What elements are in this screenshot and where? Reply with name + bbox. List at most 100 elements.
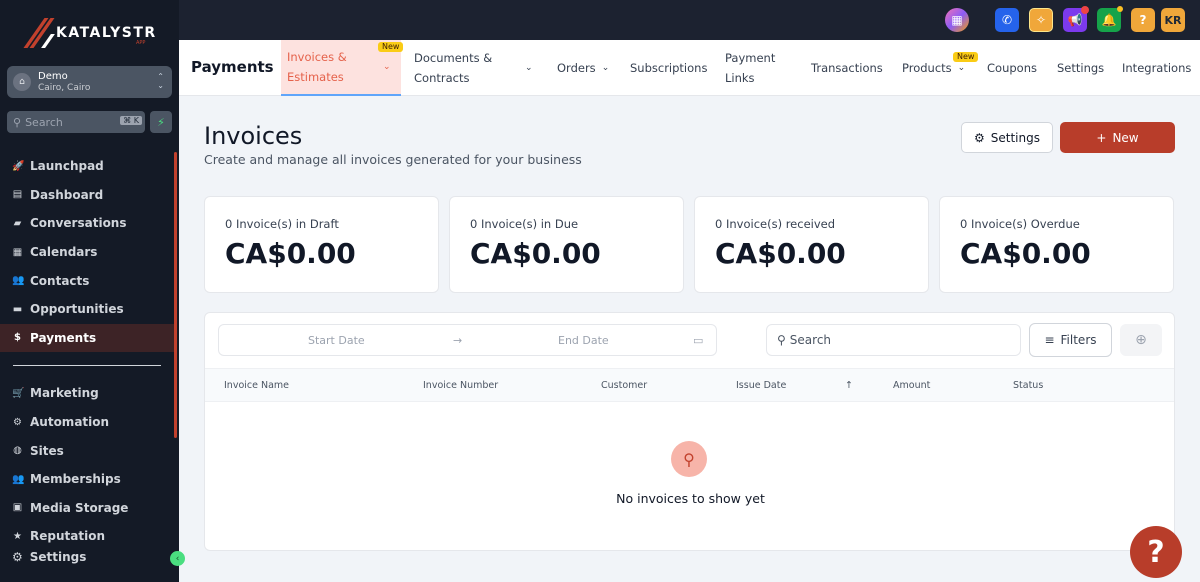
sidebar-item-label: Media Storage xyxy=(30,500,129,515)
logo-mark-icon xyxy=(23,18,55,48)
stat-value: CA$0.00 xyxy=(715,237,846,270)
page-subtitle: Create and manage all invoices generated… xyxy=(204,152,582,167)
bell-icon[interactable]: 🔔 xyxy=(1097,6,1123,32)
globe-icon: ◍ xyxy=(13,445,22,457)
tab-orders[interactable]: Orders ⌄ xyxy=(557,40,609,96)
tab-products[interactable]: Products ⌄ xyxy=(902,40,965,96)
phone-icon[interactable]: ✆ xyxy=(995,8,1019,32)
users-icon: 👥 xyxy=(12,473,25,485)
stat-card-received: 0 Invoice(s) received CA$0.00 xyxy=(694,196,929,293)
column-issue-date[interactable]: Issue Date xyxy=(736,380,786,391)
sidebar-item-label: Launchpad xyxy=(30,159,104,174)
search-input[interactable]: ⚲ Search xyxy=(766,324,1021,356)
sidebar-item-marketing[interactable]: 🛒 Marketing xyxy=(0,379,174,408)
sidebar-item-label: Marketing xyxy=(30,386,99,401)
tab-label: Orders xyxy=(557,61,596,75)
tab-integrations[interactable]: Integrations xyxy=(1122,40,1191,96)
tab-settings[interactable]: Settings xyxy=(1057,40,1104,96)
chart-icon: ▤ xyxy=(12,189,23,201)
chevron-updown-icon: ⌃ ⌄ xyxy=(157,72,164,90)
quick-action-bolt-icon[interactable]: ⚡ xyxy=(150,111,172,133)
column-invoice-name[interactable]: Invoice Name xyxy=(224,380,289,391)
start-date-placeholder: Start Date xyxy=(308,334,365,347)
sidebar-item-opportunities[interactable]: ▬ Opportunities xyxy=(0,295,174,324)
new-label: New xyxy=(1112,130,1139,145)
sidebar-item-calendars[interactable]: ▦ Calendars xyxy=(0,238,174,267)
download-icon[interactable]: ⊕ xyxy=(1120,324,1162,356)
filter-icon: ≡ xyxy=(1044,333,1055,347)
sidebar-item-media-storage[interactable]: ▣ Media Storage xyxy=(0,494,174,523)
tab-label: Payment Links xyxy=(725,51,776,85)
location-name: Demo xyxy=(38,70,68,82)
stat-label: 0 Invoice(s) in Draft xyxy=(225,217,339,231)
image-icon: ▣ xyxy=(12,502,23,514)
sidebar-scrollbar[interactable] xyxy=(174,152,177,438)
tab-subscriptions[interactable]: Subscriptions xyxy=(630,40,707,96)
search-icon: ⚲ xyxy=(777,333,786,347)
chevron-down-icon: ⌄ xyxy=(383,62,391,72)
sidebar-item-label: Reputation xyxy=(30,529,105,544)
column-customer[interactable]: Customer xyxy=(601,380,647,391)
chevron-down-icon: ⌄ xyxy=(601,63,610,73)
sidebar-item-settings[interactable]: ⚙ Settings xyxy=(0,546,174,568)
sidebar-item-label: Payments xyxy=(30,330,97,345)
sort-up-icon[interactable]: ↑ xyxy=(845,380,853,391)
apps-icon[interactable]: ▦ xyxy=(945,8,969,32)
sidebar-item-label: Opportunities xyxy=(30,302,124,317)
chat-icon: ▰ xyxy=(13,217,22,229)
sidebar-item-label: Sites xyxy=(30,443,64,458)
filters-button[interactable]: ≡ Filters xyxy=(1029,323,1112,357)
tab-label: Settings xyxy=(1057,61,1105,75)
magic-wand-icon[interactable]: ✧ xyxy=(1029,8,1053,32)
sidebar-item-memberships[interactable]: 👥 Memberships xyxy=(0,465,174,494)
page-title: Invoices xyxy=(204,122,303,150)
sidebar-item-launchpad[interactable]: 🚀 Launchpad xyxy=(0,152,174,181)
location-icon: ⌂ xyxy=(13,73,31,91)
calendar-icon: ▦ xyxy=(12,246,23,258)
column-status[interactable]: Status xyxy=(1013,380,1043,391)
tab-label: Transactions xyxy=(811,61,883,75)
sidebar-item-label: Conversations xyxy=(30,216,127,231)
sidebar-item-conversations[interactable]: ▰ Conversations xyxy=(0,209,174,238)
stat-value: CA$0.00 xyxy=(470,237,601,270)
user-avatar[interactable]: KR xyxy=(1161,8,1185,32)
help-icon[interactable]: ? xyxy=(1131,8,1155,32)
topbar: ▦ ✆ ✧ 📢 🔔 ? KR xyxy=(179,0,1200,40)
stat-card-overdue: 0 Invoice(s) Overdue CA$0.00 xyxy=(939,196,1174,293)
collapse-sidebar-button[interactable]: ‹ xyxy=(170,551,185,566)
dollar-icon: $ xyxy=(14,332,21,344)
tab-label: Subscriptions xyxy=(630,61,708,75)
date-range-picker[interactable]: Start Date → End Date ▭ xyxy=(218,324,717,356)
sidebar-item-sites[interactable]: ◍ Sites xyxy=(0,436,174,465)
megaphone-icon[interactable]: 📢 xyxy=(1063,6,1089,32)
tab-coupons[interactable]: Coupons xyxy=(987,40,1037,96)
tab-transactions[interactable]: Transactions xyxy=(811,40,883,96)
sidebar-item-payments[interactable]: $ Payments xyxy=(0,323,174,353)
sidebar-item-dashboard[interactable]: ▤ Dashboard xyxy=(0,181,174,210)
sidebar-item-label: Memberships xyxy=(30,472,121,487)
tab-documents-contracts[interactable]: Documents & Contracts ⌄ xyxy=(414,40,539,96)
column-amount[interactable]: Amount xyxy=(893,380,930,391)
plus-icon: + xyxy=(1096,130,1107,145)
tab-label: Integrations xyxy=(1122,61,1192,75)
help-chat-button[interactable]: ? xyxy=(1130,526,1182,578)
sidebar-item-label: Automation xyxy=(30,415,110,430)
sidebar-item-contacts[interactable]: 👥 Contacts xyxy=(0,266,174,295)
stat-card-draft: 0 Invoice(s) in Draft CA$0.00 xyxy=(204,196,439,293)
column-invoice-number[interactable]: Invoice Number xyxy=(423,380,498,391)
search-placeholder: Search xyxy=(789,333,832,347)
sidebar-search[interactable]: ⚲ Search ⌘ K xyxy=(7,111,145,133)
sidebar-item-automation[interactable]: ⚙ Automation xyxy=(0,408,174,437)
new-invoice-button[interactable]: + New xyxy=(1060,122,1175,153)
tab-payment-links[interactable]: Payment Links xyxy=(725,40,795,96)
location-switcher[interactable]: ⌂ Demo Cairo, Cairo ⌃ ⌄ xyxy=(7,66,172,98)
gears-icon: ⚙ xyxy=(13,416,22,428)
search-placeholder: Search xyxy=(25,115,63,129)
arrow-right-icon: → xyxy=(453,334,463,347)
chevron-down-icon: ⌄ xyxy=(525,63,533,73)
stat-label: 0 Invoice(s) in Due xyxy=(470,217,579,231)
search-icon: ⚲ xyxy=(13,115,22,129)
settings-button[interactable]: ⚙ Settings xyxy=(961,122,1053,153)
brand-name: KATALYSTR xyxy=(56,25,157,41)
sidebar-item-label: Dashboard xyxy=(30,187,104,202)
